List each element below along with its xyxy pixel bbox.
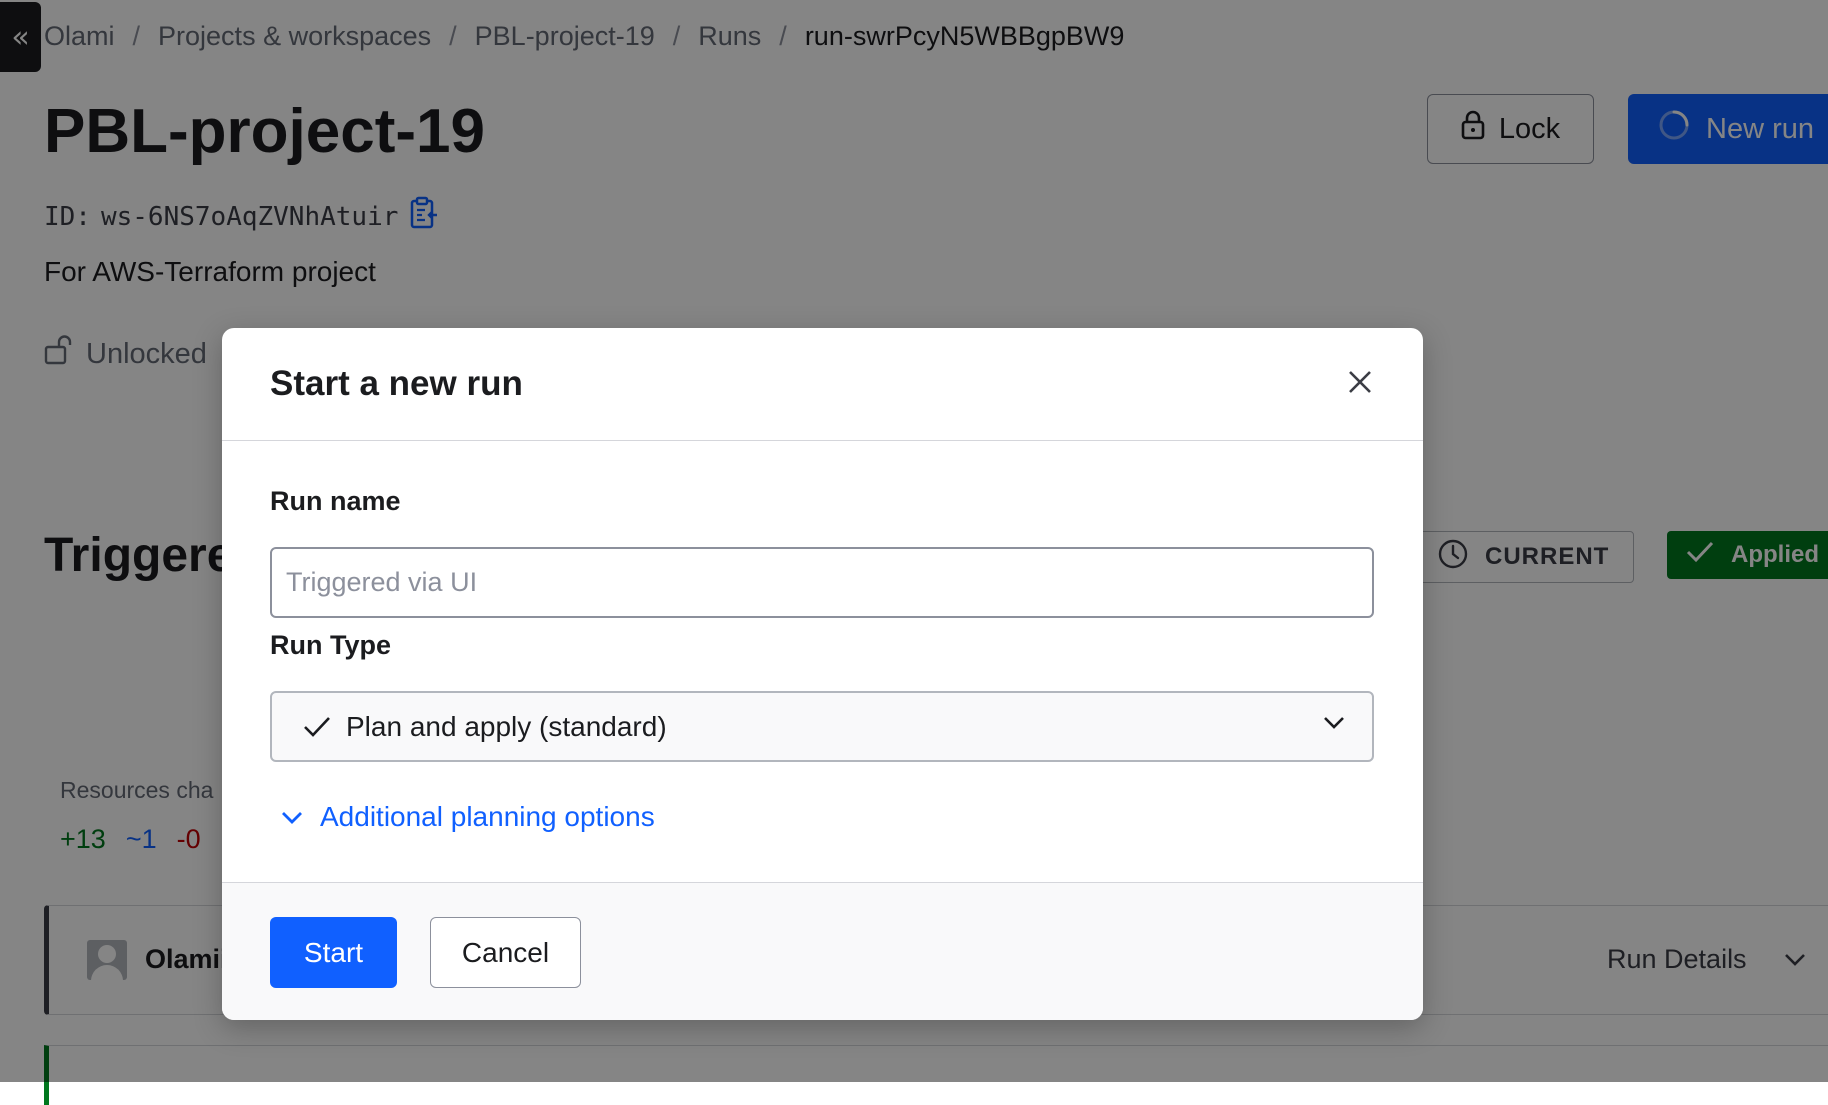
modal-body: Run name Run Type Plan and apply (standa…	[222, 441, 1423, 883]
chevron-down-icon	[1322, 715, 1346, 731]
modal-header: Start a new run	[222, 328, 1423, 441]
start-button[interactable]: Start	[270, 917, 397, 988]
check-icon	[302, 715, 332, 739]
chevron-down-icon	[280, 801, 304, 833]
modal-title: Start a new run	[270, 364, 523, 403]
run-name-label: Run name	[270, 486, 401, 516]
run-type-select[interactable]: Plan and apply (standard)	[270, 691, 1374, 762]
workspace-run-page: « Olami / Projects & workspaces / PBL-pr…	[0, 0, 1828, 1105]
additional-planning-options-label: Additional planning options	[320, 801, 655, 832]
run-type-label: Run Type	[270, 630, 391, 660]
modal-footer: Start Cancel	[222, 882, 1423, 1020]
additional-planning-options-toggle[interactable]: Additional planning options	[280, 801, 655, 833]
close-icon	[1347, 369, 1373, 400]
close-button[interactable]	[1344, 368, 1376, 400]
run-name-input[interactable]	[270, 547, 1374, 618]
start-run-modal: Start a new run Run name Run Type Plan a…	[222, 328, 1423, 1020]
run-type-selected-value: Plan and apply (standard)	[346, 710, 667, 742]
cancel-button[interactable]: Cancel	[430, 917, 581, 988]
